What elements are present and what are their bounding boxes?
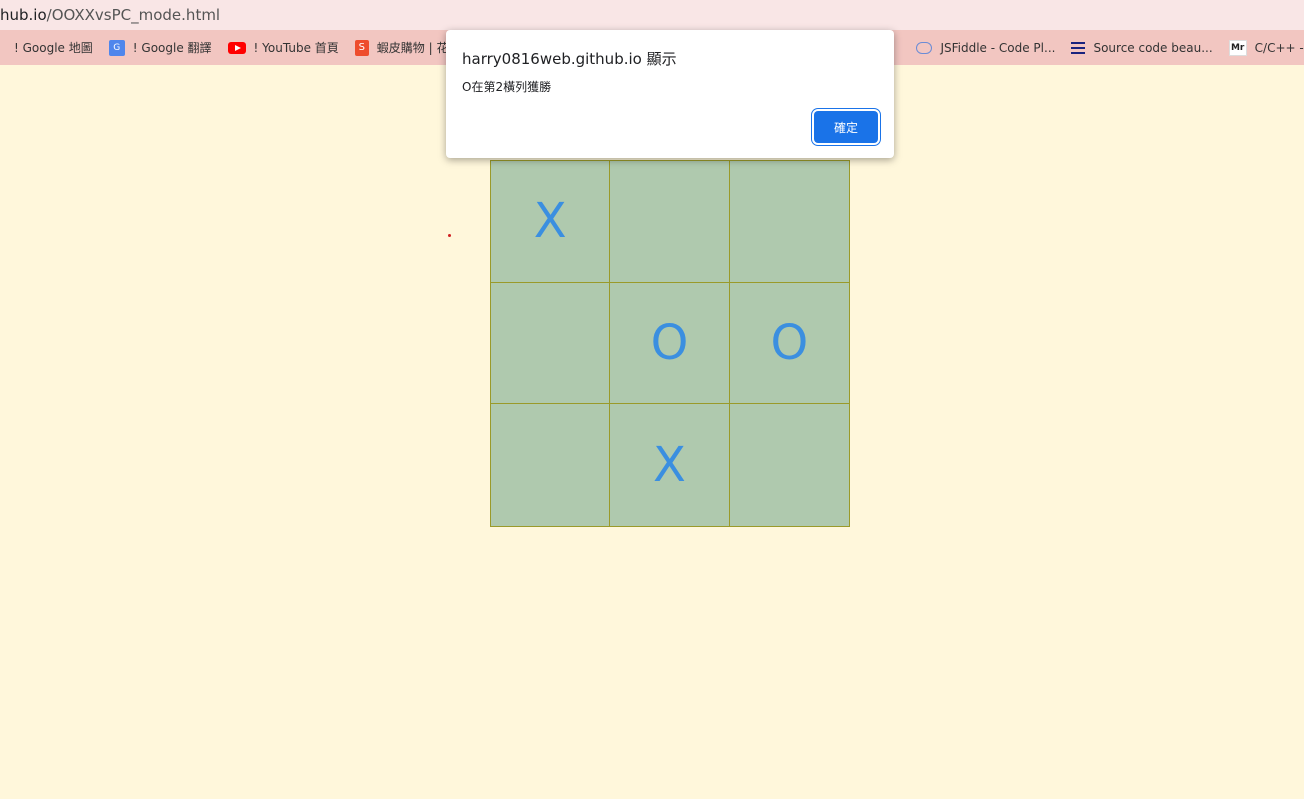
board-cell-1[interactable]: X: [491, 161, 611, 283]
dialog-title: harry0816web.github.io 顯示: [462, 50, 677, 68]
bookmark-label: C/C++ - String: [1254, 40, 1304, 55]
board-cell-4[interactable]: [491, 282, 611, 405]
red-dot: [448, 234, 451, 237]
bookmark-google-maps[interactable]: ! Google 地圖: [6, 39, 93, 56]
bookmark-source-code[interactable]: Source code beau...: [1071, 40, 1213, 55]
bookmark-jsfiddle[interactable]: JSFiddle - Code Pl...: [916, 41, 1055, 55]
address-bar[interactable]: hub.io/OOXXvsPC_mode.html: [0, 0, 1304, 30]
board-cell-9[interactable]: [730, 404, 849, 526]
jsfiddle-icon: [916, 41, 933, 54]
youtube-icon: [227, 41, 246, 54]
bookmark-youtube[interactable]: ! YouTube 首頁: [227, 39, 339, 56]
bookmark-shopee[interactable]: S 蝦皮購物 | 花得: [354, 39, 460, 56]
board-cell-2[interactable]: [610, 161, 730, 283]
board-cell-8[interactable]: X: [610, 404, 730, 526]
alert-dialog: harry0816web.github.io 顯示 O在第2橫列獲勝 確定: [446, 30, 894, 158]
bookmark-label: ! Google 翻譯: [132, 41, 212, 55]
tic-tac-toe-board: X O O X: [490, 160, 850, 527]
dialog-message: O在第2橫列獲勝: [462, 80, 552, 94]
translate-icon: G: [108, 39, 125, 56]
ok-button[interactable]: 確定: [814, 111, 878, 143]
mr-icon: Mr: [1228, 39, 1247, 56]
board-cell-5[interactable]: O: [610, 282, 730, 405]
board-cell-6[interactable]: O: [729, 283, 849, 405]
url-host: hub.io: [0, 6, 47, 24]
bookmark-label: JSFiddle - Code Pl...: [940, 40, 1056, 55]
board-cell-3[interactable]: [729, 161, 849, 283]
bookmark-label: ! YouTube 首頁: [253, 41, 339, 55]
board-cell-7[interactable]: [491, 404, 611, 526]
shopee-icon: S: [354, 39, 369, 56]
url-path: /OOXXvsPC_mode.html: [46, 6, 221, 24]
bookmark-label: ! Google 地圖: [14, 41, 93, 55]
bookmark-google-translate[interactable]: G ! Google 翻譯: [108, 39, 212, 56]
lines-icon: [1071, 41, 1086, 54]
bookmark-label: Source code beau...: [1093, 40, 1213, 55]
bookmark-cpp-string[interactable]: Mr C/C++ - String: [1228, 39, 1304, 56]
